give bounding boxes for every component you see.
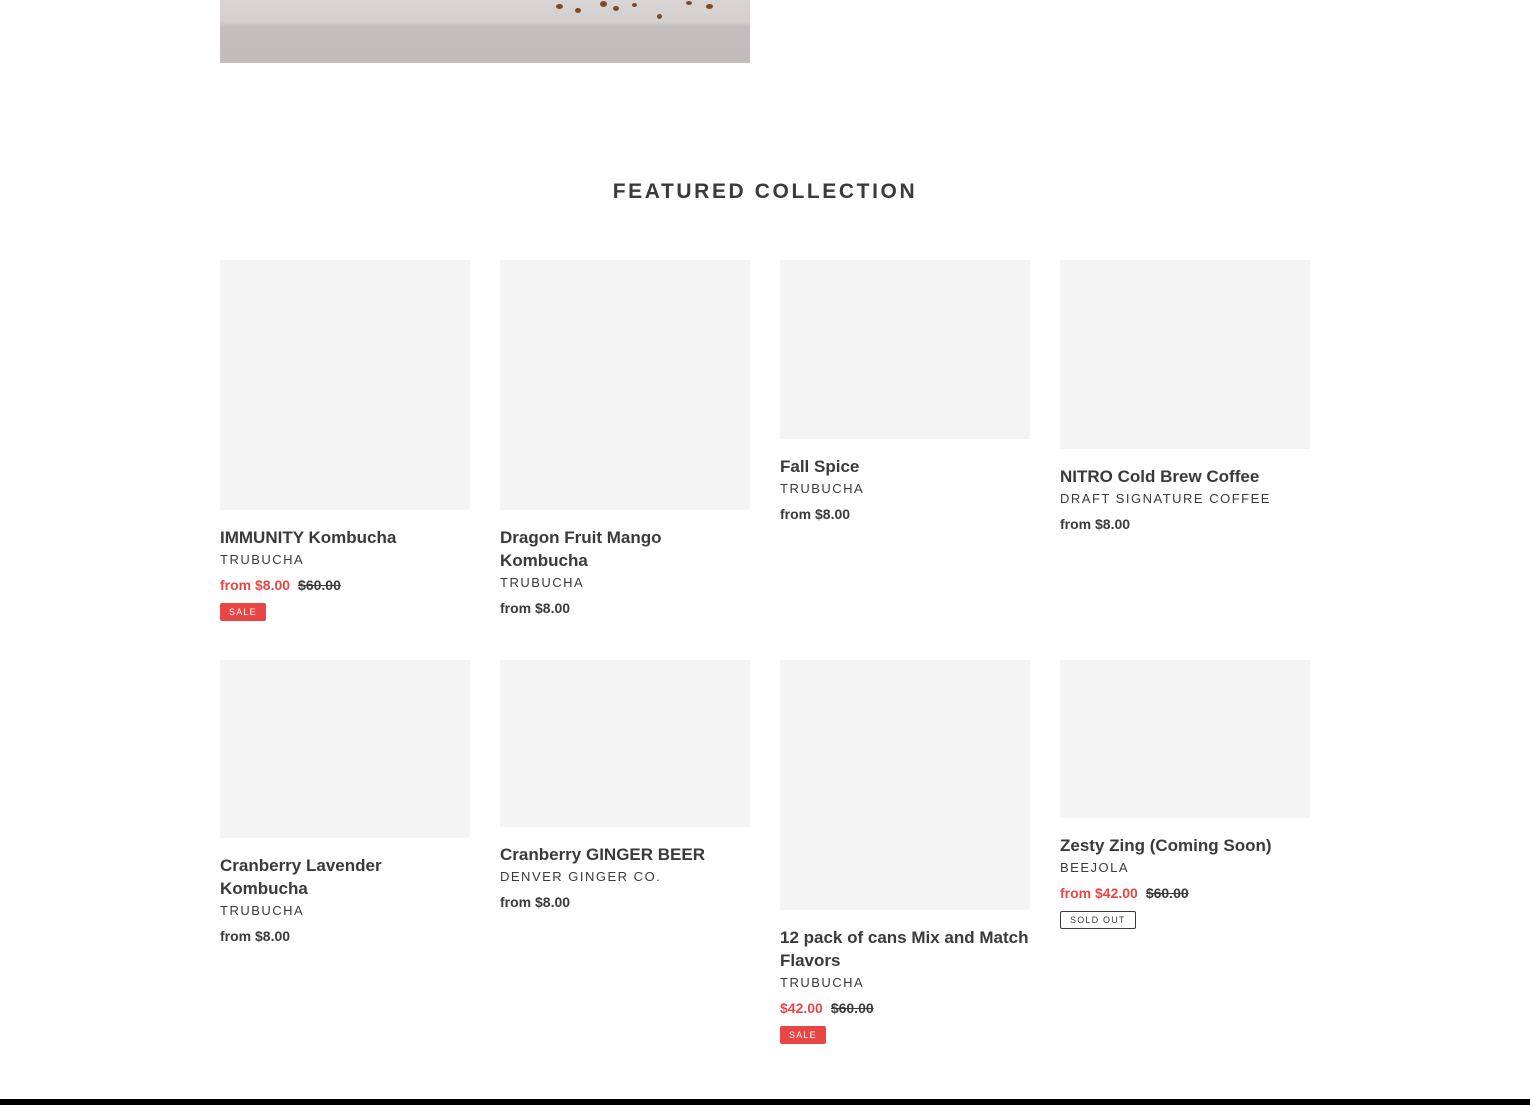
product-title[interactable]: 12 pack of cans Mix and Match Flavors [780,926,1030,972]
product-price: from $42.00 $60.00 [1060,883,1310,903]
product-price: $42.00 $60.00 [780,998,1030,1018]
product-image[interactable] [1060,260,1310,449]
sale-badge: Sale [780,1026,826,1044]
product-card[interactable]: IMMUNITY Kombucha Trubucha from $8.00 $60… [220,260,470,621]
coffee-bean [632,3,637,7]
product-vendor: Trubucha [780,975,865,990]
coffee-bean [600,1,607,7]
compare-price: $60.00 [298,577,341,593]
product-title[interactable]: Fall Spice [780,455,1030,478]
product-image[interactable] [1060,660,1310,818]
footer-bar [0,1099,1530,1105]
product-price: from $8.00 [500,598,750,618]
coffee-bean [556,4,563,9]
product-card[interactable]: NITRO Cold Brew Coffee Draft Signature C… [1060,260,1310,534]
product-image[interactable] [500,660,750,827]
regular-price: from $8.00 [1060,516,1131,532]
coffee-bean [657,14,662,19]
product-card[interactable]: Dragon Fruit Mango Kombucha Trubucha fro… [500,260,750,618]
product-image[interactable] [220,660,470,838]
compare-price: $60.00 [830,1000,874,1016]
compare-price: $60.00 [1145,885,1189,901]
product-image[interactable] [500,260,750,510]
product-image[interactable] [780,660,1030,910]
product-vendor: Beejola [1060,860,1130,875]
product-vendor: Trubucha [780,481,865,496]
regular-price: from $8.00 [500,894,571,910]
product-vendor: Trubucha [220,552,305,567]
product-title[interactable]: Dragon Fruit Mango Kombucha [500,526,750,572]
sale-price: from $42.00 [1060,885,1138,901]
regular-price: from $8.00 [780,506,851,522]
product-title[interactable]: IMMUNITY Kombucha [220,526,470,549]
sold-out-badge: Sold out [1060,911,1136,929]
product-image[interactable] [220,260,470,510]
product-price: from $8.00 [1060,514,1310,534]
product-image[interactable] [780,260,1030,439]
product-card[interactable]: Cranberry Lavender Kombucha Trubucha fro… [220,660,470,946]
product-card[interactable]: Fall Spice Trubucha from $8.00 [780,260,1030,524]
product-card[interactable]: 12 pack of cans Mix and Match Flavors Tr… [780,660,1030,1044]
product-title[interactable]: NITRO Cold Brew Coffee [1060,465,1310,488]
coffee-bean [686,1,692,5]
sale-price: $42.00 [780,1000,823,1016]
product-price: from $8.00 [500,892,750,912]
product-vendor: Draft Signature Coffee [1060,491,1271,506]
coffee-bean [575,8,581,13]
coffee-bean [706,4,713,9]
product-price: from $8.00 [780,504,1030,524]
product-vendor: Trubucha [500,575,585,590]
sale-price: from $8.00 [220,577,291,593]
product-title[interactable]: Cranberry GINGER BEER [500,843,750,866]
regular-price: from $8.00 [500,600,571,616]
product-price: from $8.00 [220,926,470,946]
product-title[interactable]: Zesty Zing (Coming Soon) [1060,834,1310,857]
product-price: from $8.00 $60.00 [220,575,470,595]
product-card[interactable]: Cranberry GINGER BEER Denver Ginger Co. … [500,660,750,912]
hero-image [220,0,750,63]
product-vendor: Trubucha [220,903,305,918]
product-card[interactable]: Zesty Zing (Coming Soon) Beejola from $4… [1060,660,1310,929]
product-vendor: Denver Ginger Co. [500,869,662,884]
regular-price: from $8.00 [220,928,291,944]
section-title: Featured collection [612,180,918,203]
coffee-bean [613,6,619,11]
product-title[interactable]: Cranberry Lavender Kombucha [220,854,470,900]
sale-badge: Sale [220,603,266,621]
